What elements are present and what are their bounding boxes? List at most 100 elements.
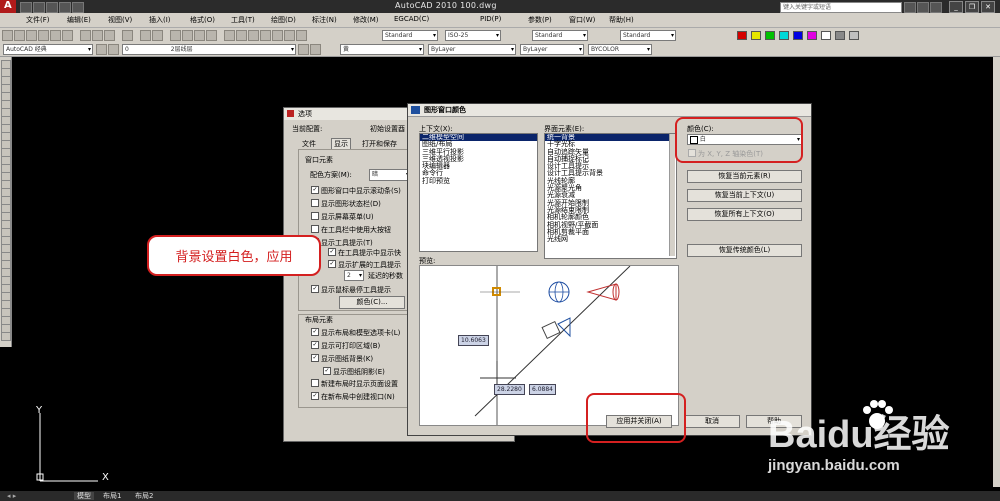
interface-item[interactable]: 光线网 (545, 235, 676, 243)
context-item[interactable]: 打印预览 (420, 177, 537, 185)
checkbox-scrollbars[interactable]: ✓ (311, 186, 319, 194)
checkbox-extended-tooltips[interactable]: ✓ (328, 260, 336, 268)
plotstyle-select[interactable]: BYCOLOR (588, 44, 652, 55)
context-list[interactable]: 二维模型空间 图纸/布局 三维平行投影 三维透视投影 块编辑器 命令行 打印预览 (419, 133, 538, 252)
menu-help[interactable]: 帮助(H) (609, 15, 634, 25)
restore-current-element-button[interactable]: 恢复当前元素(R) (687, 170, 802, 183)
save-icon[interactable] (46, 2, 58, 13)
designcenter-icon[interactable] (236, 30, 247, 41)
toolpalette-icon[interactable] (248, 30, 259, 41)
open-icon[interactable] (33, 2, 45, 13)
menu-egcad[interactable]: EGCAD(C) (394, 15, 429, 23)
tab-files[interactable]: 文件 (302, 139, 316, 149)
dim-style-select[interactable]: ISO-25 (445, 30, 501, 41)
binoculars-icon[interactable] (904, 2, 916, 13)
color-scheme-select[interactable]: 暗 (369, 169, 411, 181)
menu-pid[interactable]: PID(P) (480, 15, 501, 23)
autocad-logo-icon[interactable] (0, 0, 16, 13)
help-icon[interactable] (930, 2, 942, 13)
linetype-select[interactable]: ByLayer (428, 44, 516, 55)
layer-manager-icon[interactable] (108, 44, 119, 55)
checkbox-rollover-tooltips[interactable]: ✓ (311, 285, 319, 293)
open-icon[interactable] (26, 30, 37, 41)
color-swatch-yellow[interactable] (751, 31, 761, 40)
qnew-icon[interactable] (14, 30, 25, 41)
layer-previous-icon[interactable] (310, 44, 321, 55)
menu-tools[interactable]: 工具(T) (231, 15, 255, 25)
calculator-icon[interactable] (284, 30, 295, 41)
pan-icon[interactable] (170, 30, 181, 41)
star-icon[interactable] (917, 2, 929, 13)
table-style-select[interactable]: Standard (532, 30, 588, 41)
colors-button[interactable]: 颜色(C)... (339, 296, 405, 309)
checkbox-screen-menu[interactable] (311, 212, 319, 220)
restore-all-contexts-button[interactable]: 恢复所有上下文(O) (687, 208, 802, 221)
menu-window[interactable]: 窗口(W) (569, 15, 595, 25)
menu-view[interactable]: 视图(V) (108, 15, 132, 25)
tab-layout2[interactable]: 布局2 (132, 492, 156, 500)
new-icon[interactable] (2, 30, 13, 41)
tab-model[interactable]: 模型 (74, 492, 94, 500)
undo-icon[interactable] (140, 30, 151, 41)
mleader-style-select[interactable]: Standard (620, 30, 676, 41)
checkbox-create-viewport[interactable]: ✓ (311, 392, 319, 400)
undo-icon[interactable] (59, 2, 71, 13)
redo-icon[interactable] (72, 2, 84, 13)
menu-draw[interactable]: 绘图(D) (271, 15, 296, 25)
checkbox-layout-tabs[interactable]: ✓ (311, 328, 319, 336)
new-icon[interactable] (20, 2, 32, 13)
restore-button[interactable]: ❐ (965, 1, 979, 13)
properties-icon[interactable] (224, 30, 235, 41)
workspace-settings-icon[interactable] (96, 44, 107, 55)
sheetset-icon[interactable] (260, 30, 271, 41)
redo-icon[interactable] (152, 30, 163, 41)
copy-icon[interactable] (92, 30, 103, 41)
delay-seconds-input[interactable]: 2 (344, 270, 364, 281)
tab-display[interactable]: 显示 (331, 138, 351, 149)
menu-format[interactable]: 格式(O) (190, 15, 215, 25)
save-icon[interactable] (38, 30, 49, 41)
menu-insert[interactable]: 插入(I) (149, 15, 171, 25)
restore-current-context-button[interactable]: 恢复当前上下文(U) (687, 189, 802, 202)
checkbox-printable-area[interactable]: ✓ (311, 341, 319, 349)
plot-icon[interactable] (50, 30, 61, 41)
close-button[interactable]: ✕ (981, 1, 995, 13)
paste-icon[interactable] (104, 30, 115, 41)
lineweight-select[interactable]: ByLayer (520, 44, 584, 55)
menu-edit[interactable]: 编辑(E) (67, 15, 91, 25)
checkbox-status-bar[interactable] (311, 199, 319, 207)
interface-element-list[interactable]: 统一背景 十字光标 自动追踪矢量 自动捕捉标记 设计工具提示 设计工具提示背景 … (544, 133, 677, 259)
minimize-button[interactable]: _ (949, 1, 963, 13)
matchprop-icon[interactable] (122, 30, 133, 41)
tab-open-save[interactable]: 打开和保存 (362, 139, 397, 149)
color-swatch-green[interactable] (765, 31, 775, 40)
color-swatch-red[interactable] (737, 31, 747, 40)
tab-nav-arrows[interactable]: ◂ ▸ (4, 492, 19, 500)
color-swatch-magenta[interactable] (807, 31, 817, 40)
color-swatch-cyan[interactable] (779, 31, 789, 40)
text-style-select[interactable]: Standard (382, 30, 438, 41)
restore-classic-colors-button[interactable]: 恢复传统颜色(L) (687, 244, 802, 257)
menu-file[interactable]: 文件(F) (26, 15, 50, 25)
color-swatch-blue[interactable] (793, 31, 803, 40)
checkbox-paper-shadow[interactable]: ✓ (323, 367, 331, 375)
cut-icon[interactable] (80, 30, 91, 41)
checkbox-tooltip-shortcuts[interactable]: ✓ (328, 248, 336, 256)
make-current-layer-icon[interactable] (298, 44, 309, 55)
zoom-realtime-icon[interactable] (182, 30, 193, 41)
color-swatch-lightgray[interactable] (849, 31, 859, 40)
help-icon[interactable] (296, 30, 307, 41)
menu-parametric[interactable]: 参数(P) (528, 15, 552, 25)
color-select[interactable]: 黄 (340, 44, 424, 55)
zoom-window-icon[interactable] (194, 30, 205, 41)
color-swatch-gray[interactable] (835, 31, 845, 40)
zoom-previous-icon[interactable] (206, 30, 217, 41)
checkbox-paper-background[interactable]: ✓ (311, 354, 319, 362)
checkbox-large-buttons[interactable] (311, 225, 319, 233)
menu-dimension[interactable]: 标注(N) (312, 15, 337, 25)
explode-icon[interactable] (1, 332, 11, 341)
checkbox-page-setup[interactable] (311, 379, 319, 387)
color-swatch-white[interactable] (821, 31, 831, 40)
workspace-select[interactable]: AutoCAD 经典 (3, 44, 93, 55)
layer-select[interactable]: 0 2层线层 (122, 44, 296, 55)
